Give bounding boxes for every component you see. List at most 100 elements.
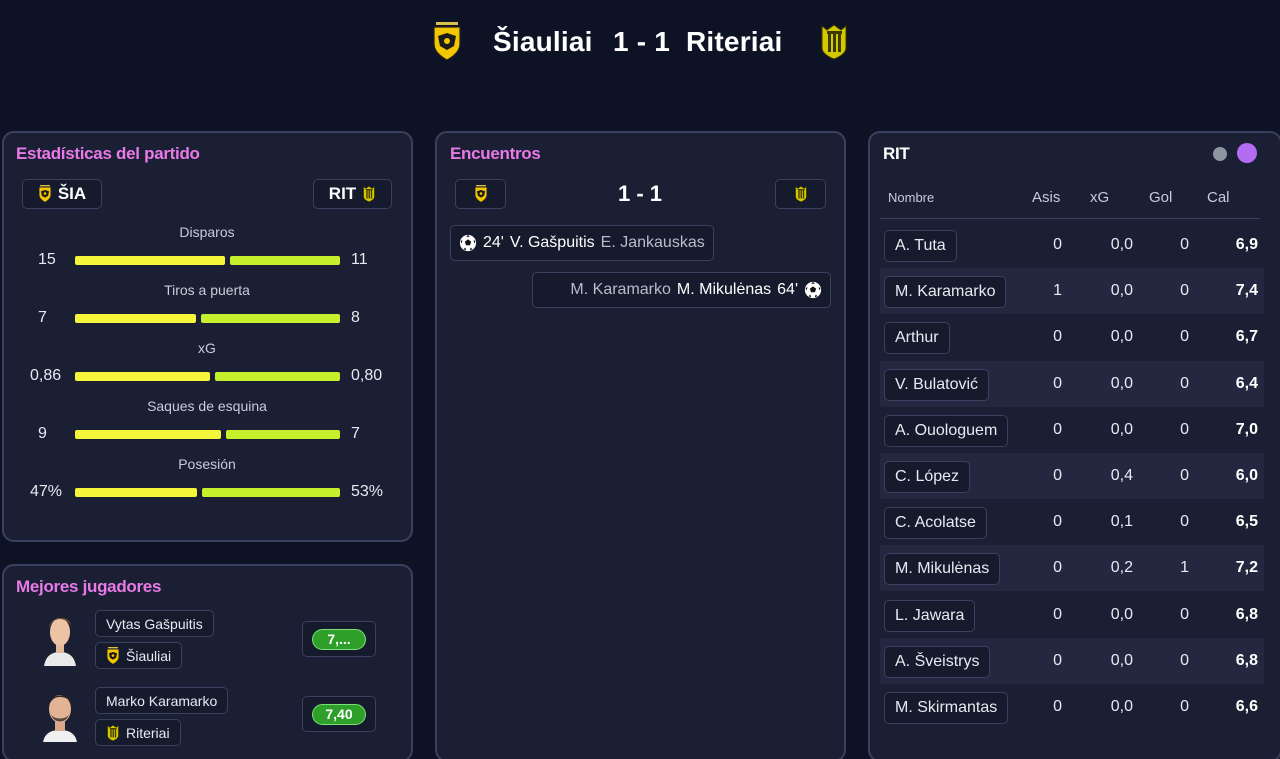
player-goals: 0 — [1180, 282, 1189, 300]
match-score: 1 - 1 — [613, 26, 671, 57]
player-avatar — [40, 608, 80, 666]
player-goals: 0 — [1180, 605, 1189, 623]
player-goals: 0 — [1180, 467, 1189, 484]
stat-home-bar — [75, 372, 210, 381]
player-goals: 0 — [1180, 374, 1189, 392]
best-player-team: Šiauliai — [126, 647, 172, 664]
player-assists: 0 — [1053, 236, 1062, 253]
stat-away-bar — [230, 256, 340, 265]
team-toggle-away[interactable] — [1237, 143, 1257, 163]
player-xg: 0,0 — [1110, 605, 1133, 623]
away-team-crest-icon — [362, 185, 376, 203]
event-assist: E. Jankauskas — [600, 234, 705, 251]
best-player-rating-box: 7,40 — [302, 696, 376, 732]
match-stats-title: Estadísticas del partido — [16, 144, 200, 163]
best-player-team-chip[interactable]: Šiauliai — [95, 642, 183, 669]
home-team-crest-icon — [474, 185, 488, 203]
player-name-chip[interactable]: C. Acolatse — [884, 507, 987, 540]
stat-home-value: 9 — [38, 425, 47, 442]
home-team-crest-icon — [432, 22, 462, 62]
player-assists: 0 — [1053, 605, 1062, 623]
player-name-chip[interactable]: M. Mikulėnas — [884, 553, 1001, 586]
away-team-crest-icon — [794, 185, 808, 203]
player-name-chip[interactable]: A. Šveistrys — [884, 645, 991, 678]
away-team-crest-icon — [106, 724, 120, 742]
player-goals: 0 — [1180, 698, 1189, 715]
table-header-divider — [880, 218, 1260, 219]
player-xg: 0,0 — [1110, 420, 1133, 438]
player-assists: 0 — [1053, 374, 1062, 392]
stat-home-bar — [75, 314, 196, 323]
goal-event-home[interactable]: 24' V. Gašpuitis E. Jankauskas — [450, 225, 714, 261]
goal-event-away[interactable]: M. Karamarko M. Mikulėnas 64' — [532, 272, 831, 308]
player-name-chip[interactable]: M. Karamarko — [884, 276, 1007, 309]
best-player-team-chip[interactable]: Riteriai — [95, 719, 181, 746]
player-rating: 6,4 — [1235, 374, 1258, 392]
player-goals: 0 — [1180, 328, 1189, 346]
player-rating: 7,0 — [1235, 420, 1258, 438]
stat-away-bar — [202, 488, 340, 497]
soccer-ball-icon — [804, 281, 822, 299]
player-assists: 0 — [1053, 651, 1062, 669]
event-assist: M. Karamarko — [570, 281, 671, 298]
player-xg: 0,0 — [1110, 236, 1133, 253]
player-name-chip[interactable]: A. Ouologuem — [884, 414, 1009, 447]
column-header-rating: Cal — [1207, 189, 1230, 206]
home-team-crest-icon — [106, 647, 120, 665]
player-xg: 0,0 — [1110, 698, 1133, 715]
rating-badge: 7,... — [312, 628, 366, 650]
soccer-ball-icon — [459, 234, 477, 252]
stat-label: xG — [198, 340, 216, 356]
player-goals: 1 — [1180, 559, 1189, 577]
player-name-chip[interactable]: C. López — [884, 461, 971, 493]
event-scorer: V. Gašpuitis — [509, 234, 595, 251]
stat-home-bar — [75, 256, 225, 265]
stat-away-value: 53% — [351, 483, 384, 500]
stat-label: Disparos — [179, 224, 235, 240]
home-team-chip[interactable]: ŠIA — [22, 179, 102, 209]
player-assists: 0 — [1053, 513, 1062, 531]
best-player-name-chip[interactable]: Vytas Gašpuitis — [95, 610, 214, 637]
best-player-rating-box: 7,... — [302, 621, 376, 657]
player-name-chip[interactable]: L. Jawara — [884, 599, 976, 632]
events-title: Encuentros — [450, 144, 541, 163]
player-name-chip[interactable]: Arthur — [884, 322, 950, 355]
away-team-name: Riteriai — [686, 26, 783, 57]
player-xg: 0,4 — [1110, 467, 1133, 484]
home-team-chip[interactable] — [455, 179, 506, 209]
player-assists: 0 — [1053, 420, 1062, 438]
player-rating: 6,0 — [1235, 467, 1258, 484]
player-rating: 6,8 — [1235, 651, 1258, 669]
stat-label: Saques de esquina — [147, 398, 267, 414]
player-goals: 0 — [1180, 513, 1189, 531]
column-header-xg: xG — [1090, 189, 1110, 206]
player-rating: 6,5 — [1235, 513, 1258, 531]
player-name-chip[interactable]: A. Tuta — [884, 230, 957, 262]
lineup-title: RIT — [883, 144, 910, 163]
player-goals: 0 — [1180, 420, 1189, 438]
away-team-chip[interactable] — [775, 179, 826, 209]
player-xg: 0,0 — [1110, 374, 1133, 392]
away-team-chip[interactable]: RIT — [313, 179, 392, 209]
stat-away-value: 0,80 — [351, 367, 383, 384]
best-player-name: Vytas Gašpuitis — [106, 615, 203, 632]
home-team-abbr: ŠIA — [57, 184, 87, 203]
player-xg: 0,0 — [1110, 651, 1133, 669]
event-minute: 64' — [777, 281, 798, 298]
stat-label: Posesión — [178, 456, 236, 472]
best-player-name-chip[interactable]: Marko Karamarko — [95, 687, 229, 714]
player-rating: 6,6 — [1235, 698, 1258, 715]
stat-home-value: 47% — [30, 483, 63, 500]
player-xg: 0,0 — [1110, 328, 1133, 346]
player-name-chip[interactable]: V. Bulatović — [884, 368, 990, 401]
stat-away-value: 11 — [351, 251, 368, 268]
team-toggle-home[interactable] — [1213, 147, 1227, 161]
away-team-crest-icon — [819, 22, 849, 62]
player-assists: 0 — [1053, 698, 1062, 715]
player-name-chip[interactable]: M. Skirmantas — [884, 692, 1009, 724]
away-team-abbr: RIT — [328, 184, 357, 203]
stat-home-value: 15 — [38, 251, 56, 268]
stat-label: Tiros a puerta — [164, 282, 250, 298]
stat-away-value: 7 — [351, 425, 360, 442]
event-minute: 24' — [483, 234, 504, 251]
